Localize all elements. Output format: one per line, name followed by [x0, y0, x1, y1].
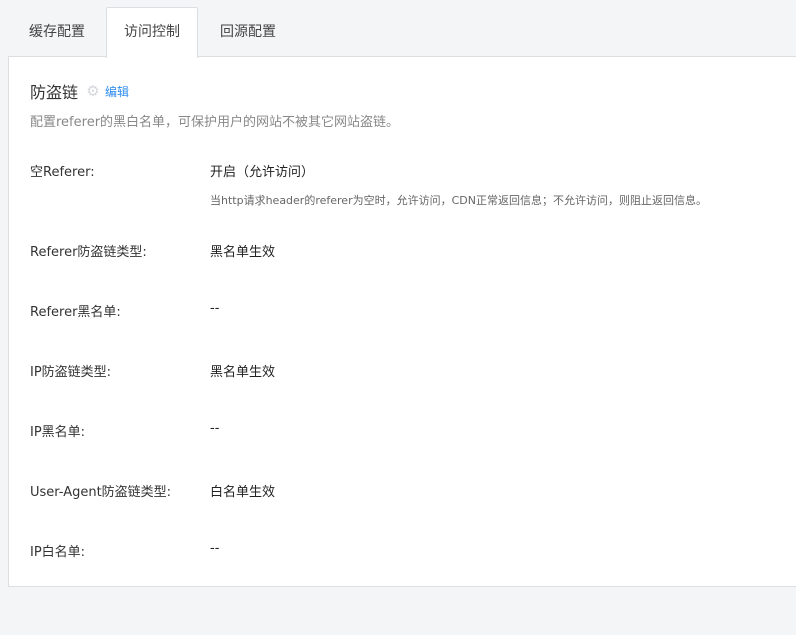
- empty-referer-hint: 当http请求header的referer为空时，允许访问，CDN正常返回信息；…: [210, 194, 707, 207]
- tab-access-control[interactable]: 访问控制: [106, 7, 198, 58]
- section-title: 防盗链: [30, 83, 79, 102]
- ip-whitelist-label: IP白名单:: [30, 545, 86, 560]
- referer-type-value: 黑名单生效: [210, 245, 276, 260]
- ip-type-label: IP防盗链类型:: [30, 365, 112, 380]
- access-control-panel: 防盗链 ⚙ 编辑 配置referer的黑白名单，可保护用户的网站不被其它网站盗链…: [8, 56, 796, 587]
- ip-blacklist-label: IP黑名单:: [30, 425, 86, 440]
- ip-blacklist-value: --: [210, 421, 220, 436]
- gear-icon[interactable]: ⚙: [86, 84, 100, 99]
- user-agent-type-value: 白名单生效: [210, 485, 276, 500]
- ip-type-value: 黑名单生效: [210, 365, 276, 380]
- tab-origin-config[interactable]: 回源配置: [198, 7, 298, 56]
- edit-link[interactable]: 编辑: [105, 83, 129, 100]
- referer-type-label: Referer防盗链类型:: [30, 245, 147, 260]
- empty-referer-label: 空Referer:: [30, 165, 95, 180]
- referer-blacklist-value: --: [210, 301, 220, 316]
- tab-cache-config[interactable]: 缓存配置: [8, 7, 106, 56]
- user-agent-type-label: User-Agent防盗链类型:: [30, 485, 172, 500]
- section-header: 防盗链 ⚙ 编辑: [30, 79, 129, 103]
- tab-bar: 缓存配置 访问控制 回源配置: [8, 7, 298, 58]
- referer-blacklist-label: Referer黑名单:: [30, 305, 121, 320]
- page: 缓存配置 访问控制 回源配置 防盗链 ⚙ 编辑 配置referer的黑白名单，可…: [0, 0, 796, 635]
- ip-whitelist-value: --: [210, 541, 220, 556]
- empty-referer-value: 开启（允许访问）: [210, 165, 315, 180]
- section-description: 配置referer的黑白名单，可保护用户的网站不被其它网站盗链。: [30, 115, 400, 130]
